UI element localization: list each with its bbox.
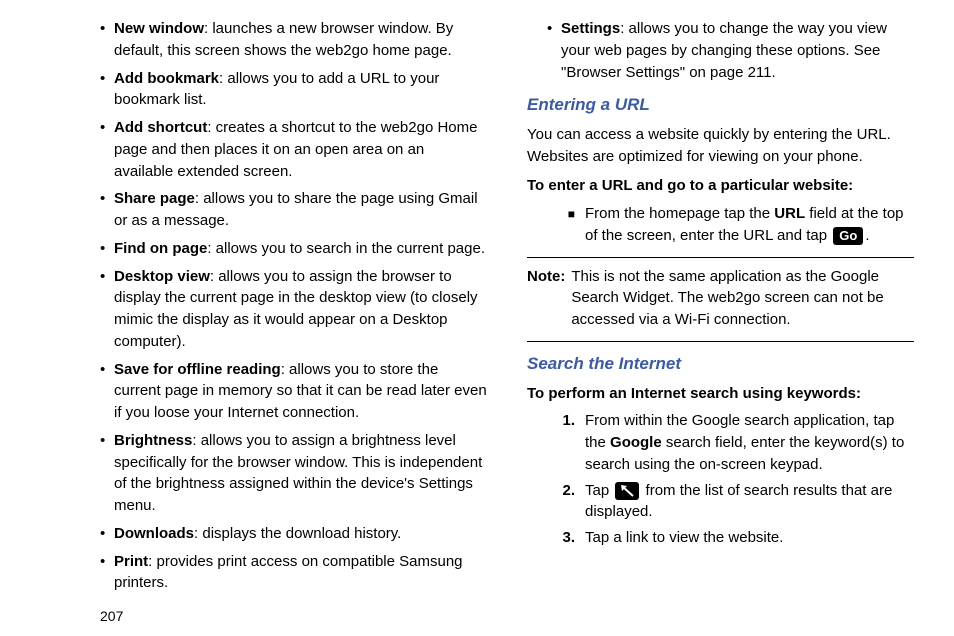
step-item: ■ From the homepage tap the URL field at… (547, 203, 914, 247)
list-item: •Brightness: allows you to assign a brig… (100, 430, 487, 517)
list-item: •Find on page: allows you to search in t… (100, 238, 487, 260)
note-block: Note: This is not the same application a… (527, 266, 914, 331)
step-item: 1. From within the Google search applica… (547, 410, 914, 475)
list-item: •Add bookmark: allows you to add a URL t… (100, 68, 487, 112)
divider (527, 257, 914, 258)
right-column: • Settings: allows you to change the way… (527, 18, 914, 600)
step-item: 2. Tap from the list of search results t… (547, 480, 914, 524)
list-item: •Add shortcut: creates a shortcut to the… (100, 117, 487, 182)
section-heading: Entering a URL (527, 93, 914, 118)
page-number: 207 (100, 608, 123, 624)
list-item: •Print: provides print access on compati… (100, 551, 487, 595)
divider (527, 341, 914, 342)
section-heading: Search the Internet (527, 352, 914, 377)
list-item: •Share page: allows you to share the pag… (100, 188, 487, 232)
sub-heading: To enter a URL and go to a particular we… (527, 175, 914, 197)
list-item: •Downloads: displays the download histor… (100, 523, 487, 545)
list-item: •Desktop view: allows you to assign the … (100, 266, 487, 353)
left-column: •New window: launches a new browser wind… (100, 18, 487, 600)
list-item: •Save for offline reading: allows you to… (100, 359, 487, 424)
square-bullet-icon: ■ (547, 203, 585, 247)
go-icon: Go (833, 227, 863, 245)
list-item: • Settings: allows you to change the way… (547, 18, 914, 83)
sub-heading: To perform an Internet search using keyw… (527, 383, 914, 405)
step-item: 3. Tap a link to view the website. (547, 527, 914, 549)
arrow-icon (615, 482, 639, 500)
page-content: •New window: launches a new browser wind… (0, 0, 954, 610)
body-text: You can access a website quickly by ente… (527, 124, 914, 168)
list-item: •New window: launches a new browser wind… (100, 18, 487, 62)
